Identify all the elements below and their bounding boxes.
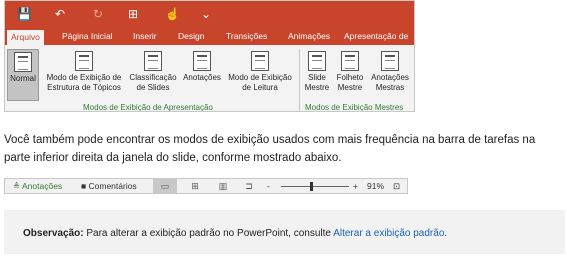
tab-insert[interactable]: Inserir <box>133 31 157 41</box>
zoom-level[interactable]: 91% <box>367 181 384 191</box>
ribbon: 💾 ↶ ↻ ⊞ ☝ ⌄ Arquivo Página Inicial Inser… <box>4 0 415 112</box>
tab-home[interactable]: Página Inicial <box>62 31 113 41</box>
present-icon[interactable]: ⊞ <box>128 7 138 21</box>
body-paragraph: Você também pode encontrar os modos de e… <box>4 134 536 164</box>
button-label: Folheto <box>336 73 364 82</box>
group-label-presentation-views: Modos de Exibição de Apresentação <box>83 103 213 112</box>
button-label: de Leitura <box>242 83 278 92</box>
button-label: Classificação <box>129 73 177 82</box>
group-separator <box>299 49 300 111</box>
handout-master-icon <box>341 51 359 71</box>
tab-transitions[interactable]: Transições <box>226 31 267 41</box>
tab-animations[interactable]: Animações <box>288 31 330 41</box>
button-label: Anotações <box>371 73 409 82</box>
button-label: de Slides <box>136 83 170 92</box>
outline-view-button[interactable]: Modo de Exibição de Estrutura de Tópicos <box>42 49 126 93</box>
tab-slideshow[interactable]: Apresentação de <box>344 31 408 41</box>
quick-access-toolbar: 💾 ↶ ↻ ⊞ ☝ ⌄ <box>5 1 414 29</box>
notes-master-icon <box>381 51 399 71</box>
change-default-view-link[interactable]: Alterar a exibição padrão <box>333 228 444 239</box>
button-label: Mestre <box>337 83 363 92</box>
reading-view-icon[interactable]: ▥ <box>211 179 235 193</box>
status-bar: ≜ Anotações ■ Comentários ▭ ⊞ ▥ ⊐ - + 91… <box>4 178 408 194</box>
zoom-slider[interactable] <box>281 186 349 187</box>
normal-view-icon <box>14 52 32 72</box>
notes-master-button[interactable]: Anotações Mestras <box>368 49 412 93</box>
button-label: Estrutura de Tópicos <box>47 83 121 92</box>
button-label: Modo de Exibição <box>228 73 292 82</box>
notes-page-button[interactable]: Anotações <box>180 49 224 83</box>
slide-master-icon <box>308 51 326 71</box>
note-period: . <box>444 228 448 239</box>
slide-sorter-icon <box>144 51 162 71</box>
comments-toggle[interactable]: ■ Comentários <box>81 181 137 191</box>
tab-file[interactable]: Arquivo <box>7 30 44 45</box>
note-text: Observação: Para alterar a exibição padr… <box>23 228 447 239</box>
notes-toggle[interactable]: ≜ Anotações <box>13 181 62 192</box>
slideshow-icon[interactable]: ⊐ <box>237 179 261 193</box>
zoom-out-button[interactable]: - <box>267 181 270 191</box>
notes-page-icon <box>193 51 211 71</box>
button-label: Modo de Exibição de <box>46 73 122 82</box>
button-label: Mestre <box>304 83 330 92</box>
touch-mode-icon[interactable]: ☝ <box>165 7 180 21</box>
button-label: Anotações <box>183 73 221 82</box>
note-body: Para alterar a exibição padrão no PowerP… <box>83 228 334 239</box>
zoom-in-button[interactable]: + <box>353 181 358 191</box>
redo-icon[interactable]: ↻ <box>93 7 103 21</box>
slide-master-button[interactable]: Slide Mestre <box>302 49 332 93</box>
reading-view-icon <box>251 51 269 71</box>
tab-design[interactable]: Design <box>178 31 204 41</box>
slide-sorter-icon[interactable]: ⊞ <box>183 179 207 193</box>
undo-icon[interactable]: ↶ <box>55 7 65 21</box>
zoom-slider-thumb[interactable] <box>310 182 313 191</box>
slide-sorter-button[interactable]: Classificação de Slides <box>126 49 180 93</box>
button-label: Mestras <box>375 83 405 92</box>
ribbon-tabs: Arquivo Página Inicial Inserir Design Tr… <box>5 29 414 45</box>
outline-view-icon <box>75 51 93 71</box>
fit-to-window-icon[interactable]: ⊡ <box>393 181 400 192</box>
normal-view-button[interactable]: Normal <box>7 49 39 101</box>
normal-view-icon[interactable]: ▭ <box>153 179 177 193</box>
view-commands: Normal Modo de Exibição de Estrutura de … <box>5 45 414 112</box>
handout-master-button[interactable]: Folheto Mestre <box>333 49 367 93</box>
button-label: Normal <box>10 74 36 83</box>
save-icon[interactable]: 💾 <box>17 7 32 21</box>
note-label: Observação: <box>23 228 84 239</box>
note-box: Observação: Para alterar a exibição padr… <box>4 210 565 254</box>
group-label-master-views: Modos de Exibição Mestres <box>305 103 404 112</box>
button-label: Slide <box>308 73 326 82</box>
reading-view-button[interactable]: Modo de Exibição de Leitura <box>224 49 296 93</box>
customize-icon[interactable]: ⌄ <box>201 7 211 21</box>
